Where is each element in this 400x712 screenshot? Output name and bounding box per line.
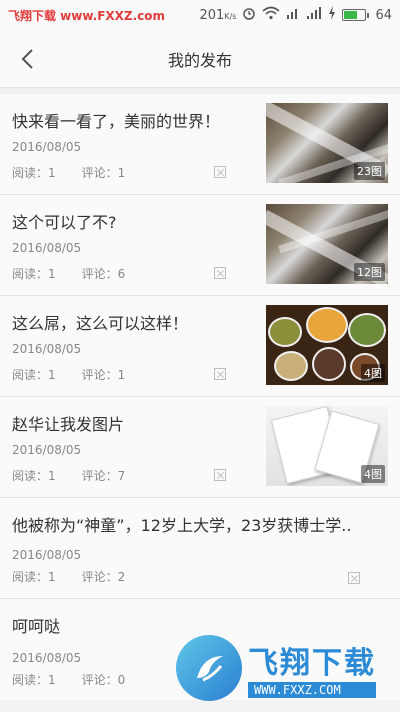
comment-count: 评论：1 bbox=[81, 368, 126, 382]
post-thumbnail[interactable]: 4图 bbox=[266, 406, 388, 486]
post-date: 2016/08/05 bbox=[12, 241, 82, 255]
post-date: 2016/08/05 bbox=[12, 342, 82, 356]
post-stats: 阅读：1 评论：1 bbox=[12, 164, 125, 181]
status-icons: 201K/s 64 bbox=[200, 6, 392, 24]
read-count: 阅读：1 bbox=[12, 368, 56, 382]
post-item[interactable]: 他被称为“神童”，12岁上大学，23岁获博士学.. 2016/08/05 阅读：… bbox=[0, 498, 400, 599]
status-bar: 飞翔下载 www.FXXZ.com 201K/s 64 bbox=[0, 0, 400, 30]
signal-2-icon bbox=[306, 6, 322, 24]
post-thumbnail[interactable]: 12图 bbox=[266, 204, 388, 284]
post-stats: 阅读：1 评论：6 bbox=[12, 265, 125, 282]
post-thumbnail[interactable]: 4图 bbox=[266, 305, 388, 385]
post-item[interactable]: 快来看一看了，美丽的世界！ 2016/08/05 阅读：1 评论：1 23图 bbox=[0, 94, 400, 195]
page-title: 我的发布 bbox=[167, 50, 232, 70]
post-item[interactable]: 这个可以了不? 2016/08/05 阅读：1 评论：6 12图 bbox=[0, 195, 400, 296]
read-count: 阅读：1 bbox=[12, 469, 56, 483]
logo-url: WWW.FXXZ.COM bbox=[248, 682, 376, 698]
post-list: 快来看一看了，美丽的世界！ 2016/08/05 阅读：1 评论：1 23图 这… bbox=[0, 94, 400, 700]
delete-icon[interactable] bbox=[348, 572, 360, 584]
delete-icon[interactable] bbox=[214, 368, 226, 380]
chevron-left-icon bbox=[21, 49, 33, 69]
post-stats: 阅读：1 评论：7 bbox=[12, 467, 125, 484]
image-count-badge: 4图 bbox=[361, 465, 385, 483]
read-count: 阅读：1 bbox=[12, 166, 56, 180]
comment-count: 评论：7 bbox=[81, 469, 126, 483]
post-item[interactable]: 赵华让我发图片 2016/08/05 阅读：1 评论：7 4图 bbox=[0, 397, 400, 498]
post-thumbnail[interactable]: 23图 bbox=[266, 103, 388, 183]
post-stats: 阅读：1 评论：2 bbox=[12, 568, 125, 585]
post-title: 呵呵哒 bbox=[12, 617, 61, 636]
back-button[interactable] bbox=[12, 44, 42, 74]
post-title: 他被称为“神童”，12岁上大学，23岁获博士学.. bbox=[12, 516, 352, 535]
read-count: 阅读：1 bbox=[12, 673, 56, 687]
logo-name: 飞翔下载 bbox=[248, 646, 376, 681]
post-item[interactable]: 这么屌，这么可以这样！ 2016/08/05 阅读：1 评论：1 4图 bbox=[0, 296, 400, 397]
read-count: 阅读：1 bbox=[12, 267, 56, 281]
image-count-badge: 23图 bbox=[354, 162, 385, 180]
image-count-badge: 4图 bbox=[361, 364, 385, 382]
wifi-icon bbox=[262, 6, 280, 24]
delete-icon[interactable] bbox=[214, 267, 226, 279]
delete-icon[interactable] bbox=[214, 469, 226, 481]
post-title: 这么屌，这么可以这样！ bbox=[12, 314, 189, 333]
comment-count: 评论：0 bbox=[81, 673, 126, 687]
logo-text-group: 飞翔下载 WWW.FXXZ.COM bbox=[248, 638, 376, 698]
watermark-logo: 飞翔下载 WWW.FXXZ.COM bbox=[176, 632, 396, 704]
comment-count: 评论：2 bbox=[81, 570, 126, 584]
comment-count: 评论：1 bbox=[81, 166, 126, 180]
post-title: 赵华让我发图片 bbox=[12, 415, 125, 434]
post-date: 2016/08/05 bbox=[12, 140, 82, 154]
post-stats: 阅读：1 评论：1 bbox=[12, 366, 125, 383]
read-count: 阅读：1 bbox=[12, 570, 56, 584]
post-date: 2016/08/05 bbox=[12, 548, 82, 562]
image-count-badge: 12图 bbox=[354, 263, 385, 281]
charging-icon bbox=[328, 6, 336, 24]
battery-level: 64 bbox=[375, 7, 392, 23]
network-speed: 201K/s bbox=[199, 7, 237, 23]
logo-icon bbox=[176, 635, 242, 701]
signal-icon bbox=[286, 6, 300, 24]
comment-count: 评论：6 bbox=[81, 267, 126, 281]
delete-icon[interactable] bbox=[214, 166, 226, 178]
post-stats: 阅读：1 评论：0 bbox=[12, 671, 125, 688]
watermark-text: 飞翔下载 www.FXXZ.com bbox=[8, 8, 166, 23]
app-header: 我的发布 bbox=[0, 30, 400, 88]
post-date: 2016/08/05 bbox=[12, 651, 82, 665]
post-title: 这个可以了不? bbox=[12, 213, 117, 232]
battery-icon bbox=[342, 9, 370, 21]
post-date: 2016/08/05 bbox=[12, 443, 82, 457]
alarm-icon bbox=[242, 6, 256, 24]
post-title: 快来看一看了，美丽的世界！ bbox=[12, 112, 221, 131]
